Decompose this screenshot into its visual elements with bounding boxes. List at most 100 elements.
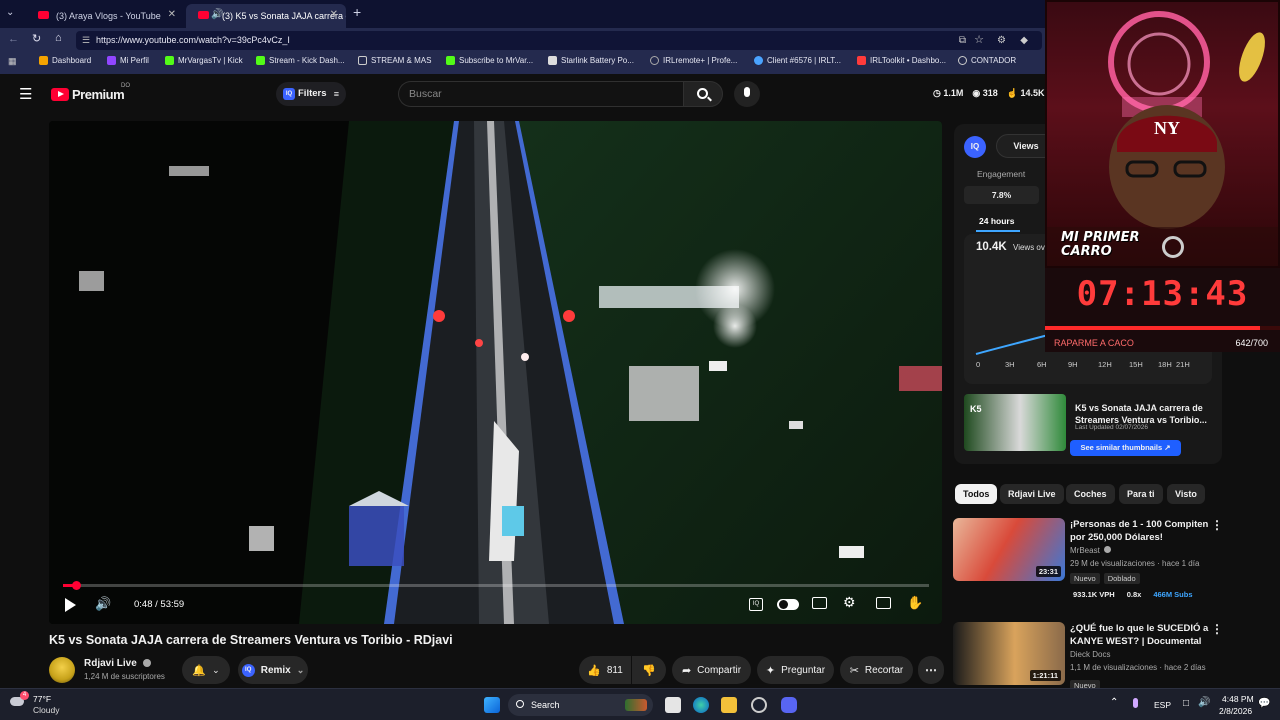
reload-icon[interactable]: ↻	[32, 32, 41, 45]
chip-visto[interactable]: Visto	[1167, 484, 1205, 504]
engagement-value: 7.8%	[991, 190, 1012, 200]
speaker-icon[interactable]: 🔊	[211, 9, 223, 20]
search-input[interactable]: Buscar	[398, 81, 683, 107]
miniplayer-icon[interactable]	[876, 597, 891, 609]
bookmark-dashboard[interactable]: Dashboard	[39, 56, 91, 65]
clip-button[interactable]: ✂ Recortar	[840, 656, 913, 684]
progress-track[interactable]	[63, 581, 929, 590]
channel-avatar[interactable]	[49, 657, 75, 683]
similar-thumbnails-button[interactable]: See similar thumbnails ↗	[1070, 440, 1181, 456]
period-tab-underline	[976, 230, 1020, 232]
volume-icon[interactable]: 🔊	[95, 596, 111, 612]
open-in-app-icon[interactable]: ⧉	[959, 31, 966, 50]
search-placeholder: Buscar	[409, 88, 442, 100]
bookmark-mrvargastv-kick[interactable]: MrVargasTv | Kick	[165, 56, 243, 65]
microphone-icon	[744, 87, 750, 97]
recommendation-thumbnail[interactable]: 1:21:11	[953, 622, 1065, 685]
taskbar-search[interactable]: Search	[508, 694, 653, 716]
language-indicator[interactable]: ESP	[1154, 700, 1171, 710]
subtitles-icon[interactable]	[812, 597, 827, 609]
more-vertical-icon[interactable]: ⋮	[1211, 622, 1223, 636]
channel-name[interactable]: Rdjavi Live	[84, 658, 151, 669]
new-tab-button[interactable]: +	[353, 4, 361, 20]
search-button[interactable]	[683, 81, 723, 107]
duration-badge: 1:21:11	[1029, 670, 1061, 681]
network-icon[interactable]: □	[1183, 698, 1189, 709]
settings-gear-icon[interactable]: ⚙	[843, 594, 856, 611]
taskbar-search-label: Search	[531, 700, 560, 710]
tab-k5-vs-sonata[interactable]: 🔊 (3) K5 vs Sonata JAJA carrera d ✕	[186, 4, 346, 28]
site-info-icon[interactable]: ☰	[82, 31, 90, 50]
edge-browser-icon[interactable]	[693, 697, 709, 713]
start-windows-icon[interactable]	[484, 697, 500, 713]
dislike-button[interactable]: 👎	[632, 656, 666, 684]
menu-icon[interactable]: ☰	[19, 85, 32, 103]
show-hidden-icons-chevron[interactable]: ⌃	[1110, 697, 1118, 708]
bookmark-starlink-battery[interactable]: Starlink Battery Po...	[548, 56, 634, 65]
iq-logo-icon: IQ	[964, 136, 986, 158]
search-icon-handle	[707, 96, 712, 102]
notification-bell-button[interactable]: 🔔 ⌄	[182, 656, 230, 684]
bookmark-favicon-icon	[857, 56, 866, 65]
url-field[interactable]: ☰ https://www.youtube.com/watch?v=39cPc4…	[76, 31, 1042, 50]
chip-rdjavi-live[interactable]: Rdjavi Live	[1000, 484, 1064, 504]
weather-widget[interactable]: 4 77°F Cloudy	[10, 691, 80, 717]
bookmark-manager-icon[interactable]: ▦	[8, 56, 17, 67]
discord-icon[interactable]	[781, 697, 797, 713]
bookmark-mi-perfil[interactable]: Mi Perfil	[107, 56, 149, 65]
more-actions-button[interactable]: ⋯	[918, 656, 944, 684]
clock-date[interactable]: 2/8/2026	[1219, 706, 1252, 716]
play-icon[interactable]	[65, 598, 76, 612]
bookmark-stream-kick-dash[interactable]: Stream - Kick Dash...	[256, 56, 345, 65]
bookmark-irlremote[interactable]: IRLremote+ | Profe...	[650, 56, 737, 65]
home-icon[interactable]: ⌂	[55, 32, 62, 44]
iq-logo-icon: IQ	[283, 88, 295, 100]
like-button[interactable]: 👍 811	[579, 656, 631, 684]
xbox-app-icon[interactable]	[751, 697, 767, 713]
bookmark-subscribe-mrvar[interactable]: Subscribe to MrVar...	[446, 56, 533, 65]
chip-todos[interactable]: Todos	[955, 484, 998, 504]
remix-button[interactable]: IQ Remix ⌄	[238, 656, 308, 684]
webcam-overlay: NY MI PRIMER CARRO	[1045, 0, 1280, 268]
recommendation-thumbnail[interactable]: 23:31	[953, 518, 1065, 581]
autoplay-toggle[interactable]	[777, 599, 799, 610]
recommendation-meta: 29 M de visualizaciones · hace 1 día	[1070, 559, 1200, 568]
file-explorer-icon[interactable]	[721, 697, 737, 713]
speaker-icon[interactable]: 🔊	[1198, 697, 1210, 708]
goal-progress-fill	[1045, 326, 1261, 330]
tab-list-chevron-icon[interactable]: ⌄	[6, 7, 14, 18]
iq-overlay-icon[interactable]: IQ	[749, 598, 763, 611]
thumb-up-icon: ☝ 14.5K	[1006, 88, 1045, 98]
close-tab-icon[interactable]: ✕	[168, 9, 176, 20]
x-tick-label: 15H	[1129, 360, 1143, 369]
filters-button[interactable]: IQ Filters ≡	[276, 82, 346, 106]
period-tab[interactable]: 24 hours	[979, 216, 1014, 226]
task-view-icon[interactable]	[665, 697, 681, 713]
favorite-star-icon[interactable]: ☆	[974, 31, 984, 50]
voice-search-button[interactable]	[734, 81, 760, 107]
chip-para-ti[interactable]: Para ti	[1119, 484, 1163, 504]
clock-time[interactable]: 4:48 PM	[1222, 694, 1254, 704]
recommendation-item[interactable]: 1:21:11 ¿QUÉ fue lo que le SUCEDIÓ a KAN…	[953, 620, 1225, 691]
bookmark-client-6576[interactable]: Client #6576 | IRLT...	[754, 56, 841, 65]
more-vertical-icon[interactable]: ⋮	[1211, 518, 1223, 532]
goal-progress-track	[1045, 326, 1280, 330]
tab-araya-vlogs[interactable]: (3) Araya Vlogs - YouTube ✕	[26, 4, 184, 28]
wallet-icon[interactable]: ◆	[1020, 31, 1028, 50]
share-button[interactable]: ➦ Compartir	[672, 656, 751, 684]
back-icon[interactable]: ←	[8, 33, 19, 45]
bookmark-irltoolkit[interactable]: IRLToolkit • Dashbo...	[857, 56, 946, 65]
bookmark-contador[interactable]: CONTADOR	[958, 56, 1016, 65]
vph-stat: 933.1K VPH	[1073, 590, 1115, 599]
microphone-icon[interactable]	[1133, 698, 1138, 708]
ask-button[interactable]: ✦ Preguntar	[757, 656, 834, 684]
chip-coches[interactable]: Coches	[1066, 484, 1115, 504]
notifications-icon[interactable]: 💬	[1258, 698, 1270, 709]
video-player[interactable]: 🔊 0:48 / 53:59 IQ ⚙ ✋	[49, 121, 942, 624]
recommendation-item[interactable]: 23:31 ¡Personas de 1 - 100 Compiten por …	[953, 516, 1225, 606]
close-tab-icon[interactable]: ✕	[330, 9, 338, 20]
bookmark-stream-mas[interactable]: STREAM & MAS	[358, 56, 431, 65]
thumbnail-preview[interactable]: K5	[964, 394, 1066, 451]
extensions-icon[interactable]: ⚙	[997, 31, 1006, 50]
progress-knob[interactable]	[71, 581, 81, 590]
